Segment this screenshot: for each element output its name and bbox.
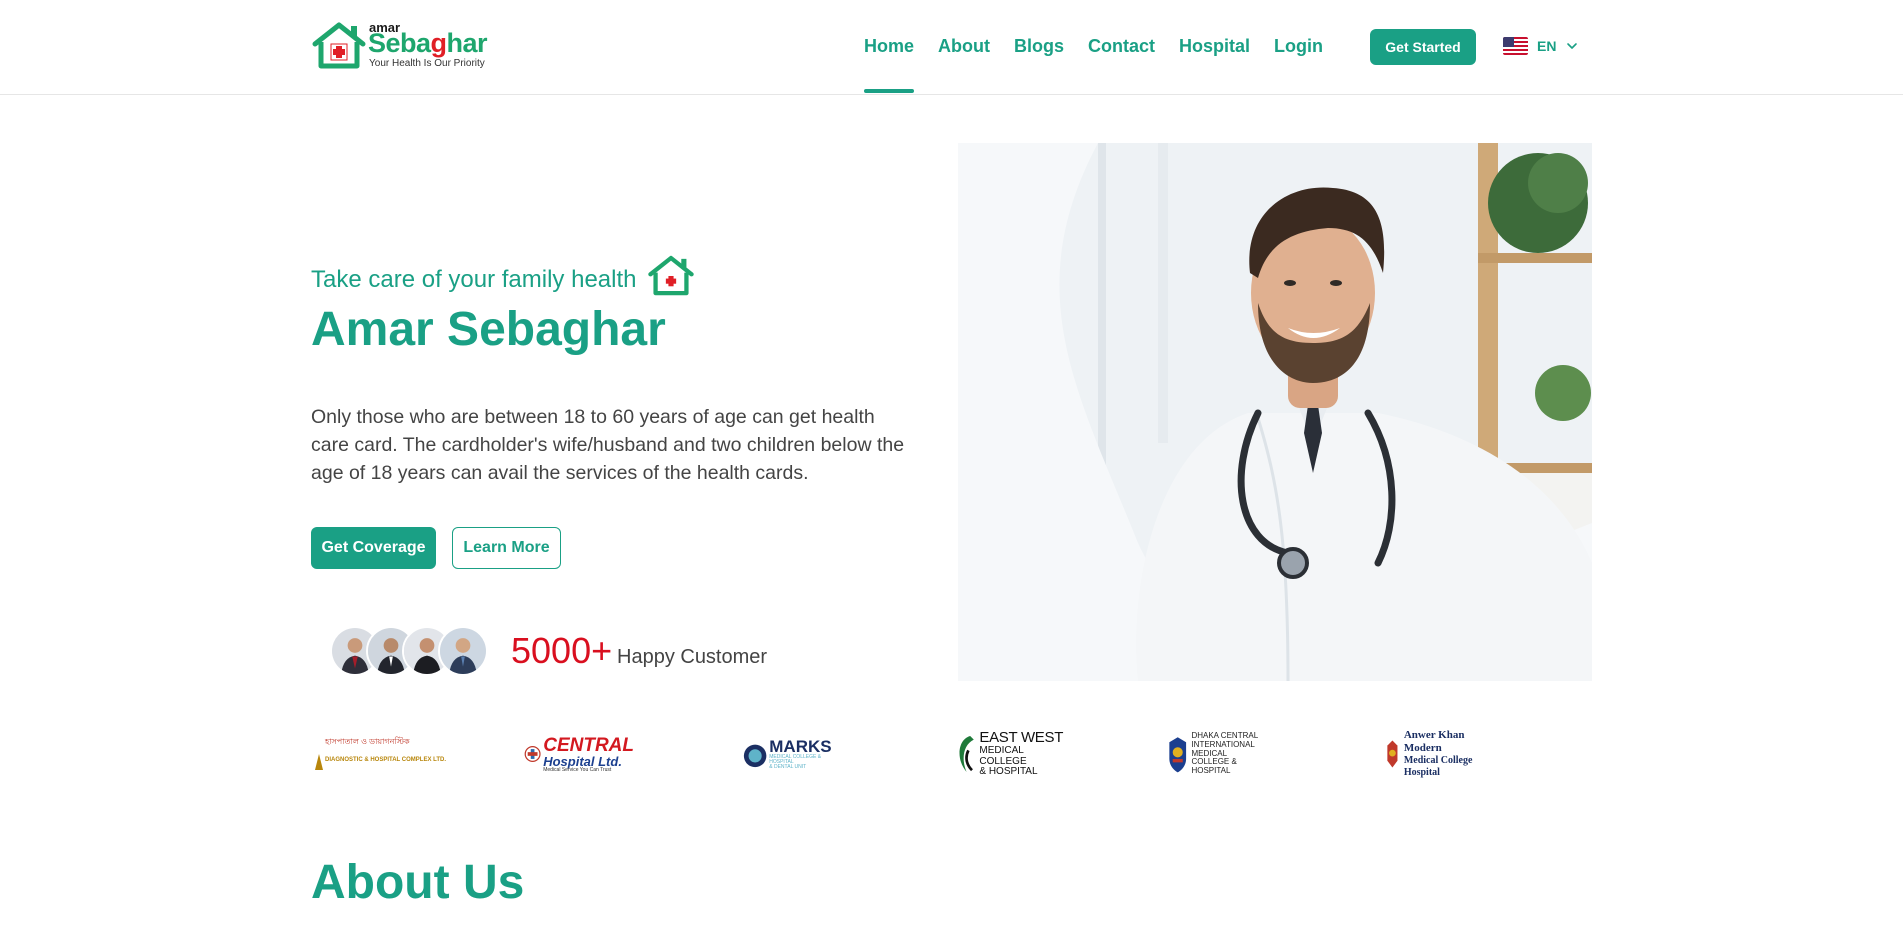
us-flag-icon (1503, 37, 1528, 55)
partner-logo[interactable]: DHAKA CENTRAL INTERNATIONAL MEDICAL COLL… (1166, 726, 1276, 782)
nav-blogs[interactable]: Blogs (1014, 36, 1064, 57)
partner-line: MARKS (769, 737, 832, 756)
logo-brand-text: Sebaghar (368, 28, 488, 58)
shield-icon (1169, 737, 1187, 773)
medical-cross-icon (524, 746, 541, 762)
partner-logo[interactable]: CENTRAL Hospital Ltd. Medical Service Yo… (524, 726, 634, 782)
nav-contact[interactable]: Contact (1088, 36, 1155, 57)
partner-line: & HOSPITAL (979, 766, 1038, 778)
learn-more-button[interactable]: Learn More (452, 527, 561, 569)
hero-eyebrow-text: Take care of your family health (311, 266, 637, 293)
main-nav: Home About Blogs Contact Hospital Login (864, 36, 1347, 93)
partner-logos: হাসপাতাল ও ডায়াগনস্টিক DIAGNOSTIC & HOS… (311, 726, 1611, 782)
about-us-title: About Us (311, 856, 525, 909)
partner-line: & DENTAL UNIT (769, 764, 807, 770)
hero-title: Amar Sebaghar (311, 303, 666, 356)
partner-line: হাসপাতাল ও ডায়াগনস্টিক (325, 737, 410, 746)
partner-emblem-icon (743, 744, 767, 768)
hero-eyebrow: Take care of your family health (311, 255, 695, 298)
get-started-button[interactable]: Get Started (1370, 29, 1476, 65)
customer-label: Happy Customer (617, 646, 768, 668)
nav-home[interactable]: Home (864, 36, 915, 93)
nav-about[interactable]: About (938, 36, 990, 57)
language-selector[interactable]: EN (1503, 37, 1579, 55)
partner-line: Medical College Hospital (1403, 755, 1473, 779)
partner-line: MEDICAL COLLEGE (979, 745, 1027, 767)
language-code: EN (1537, 38, 1557, 54)
customer-count: 5000+ (511, 630, 613, 671)
partner-line: DIAGNOSTIC & HOSPITAL COMPLEX LTD. (325, 757, 447, 763)
partner-line: INTERNATIONAL MEDICAL (1191, 739, 1255, 758)
partner-line: COLLEGE & HOSPITAL (1191, 757, 1237, 776)
site-logo[interactable]: amar Sebaghar Your Health Is Our Priorit… (311, 20, 491, 72)
chevron-down-icon (1567, 43, 1578, 49)
partner-logo[interactable]: MARKS MEDICAL COLLEGE & HOSPITAL & DENTA… (742, 726, 842, 782)
nav-login[interactable]: Login (1274, 36, 1323, 57)
nav-hospital[interactable]: Hospital (1179, 36, 1250, 57)
partner-logo[interactable]: হাসপাতাল ও ডায়াগনস্টিক DIAGNOSTIC & HOS… (311, 726, 447, 782)
get-coverage-button[interactable]: Get Coverage (311, 527, 436, 569)
partner-line: EAST WEST (979, 729, 1064, 747)
partner-emblem-icon (1387, 740, 1398, 768)
customer-avatars (330, 626, 490, 676)
hero-description: Only those who are between 18 to 60 year… (311, 406, 905, 484)
logo-tagline: Your Health Is Our Priority (369, 58, 485, 69)
avatar (438, 626, 488, 676)
doctor-illustration (958, 143, 1592, 681)
partner-line: Anwer Khan Modern (1403, 728, 1465, 754)
site-header: amar Sebaghar Your Health Is Our Priorit… (0, 0, 1903, 95)
partner-logo[interactable]: Anwer Khan Modern Medical College Hospit… (1384, 726, 1494, 782)
partner-line: CENTRAL (543, 734, 634, 756)
partner-emblem-icon (959, 736, 974, 772)
house-icon (647, 255, 694, 296)
partner-logo[interactable]: EAST WEST MEDICAL COLLEGE & HOSPITAL (954, 726, 1064, 782)
house-logo-icon (312, 22, 366, 69)
doctor-hero-image (958, 143, 1592, 681)
partner-line: Hospital Ltd. (543, 753, 622, 769)
